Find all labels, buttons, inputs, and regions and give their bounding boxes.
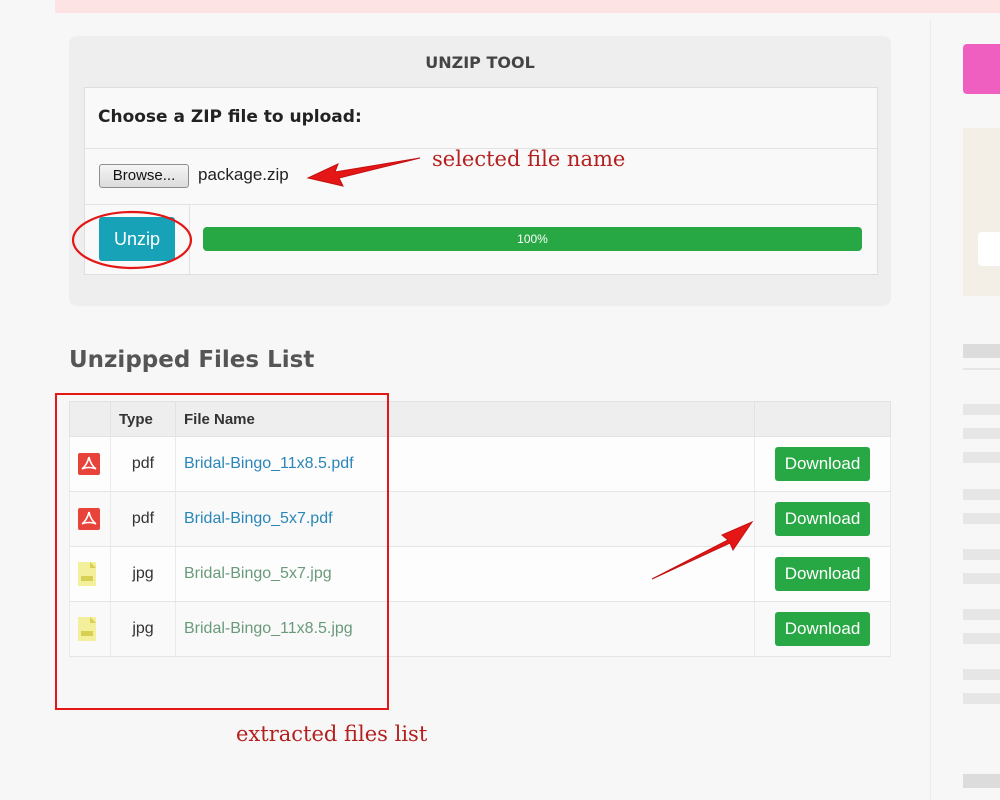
sidebar-link[interactable] xyxy=(963,513,1000,524)
sidebar-link[interactable] xyxy=(963,404,1000,415)
sidebar-link[interactable] xyxy=(963,669,1000,680)
sidebar-link[interactable] xyxy=(963,489,1000,500)
sidebar-link[interactable] xyxy=(963,633,1000,644)
sidebar-heading-categories xyxy=(963,774,1000,788)
sidebar-link[interactable] xyxy=(963,609,1000,620)
sidebar-subscribe-input[interactable] xyxy=(978,232,1000,266)
unzip-highlight-ellipse xyxy=(71,210,193,270)
sidebar-heading-recent xyxy=(963,344,1000,358)
sidebar-link[interactable] xyxy=(963,549,1000,560)
sidebar-heading-rule xyxy=(963,368,1000,370)
sidebar-subscribe-box xyxy=(963,128,1000,296)
arrow-to-file-name xyxy=(306,157,421,187)
sidebar-link[interactable] xyxy=(963,573,1000,584)
sidebar-promo-button[interactable] xyxy=(963,44,1000,94)
sidebar-link[interactable] xyxy=(963,693,1000,704)
arrow-to-download xyxy=(651,520,754,580)
annotation-overlay xyxy=(71,157,754,580)
sidebar-link[interactable] xyxy=(963,428,1000,439)
sidebar-link[interactable] xyxy=(963,452,1000,463)
